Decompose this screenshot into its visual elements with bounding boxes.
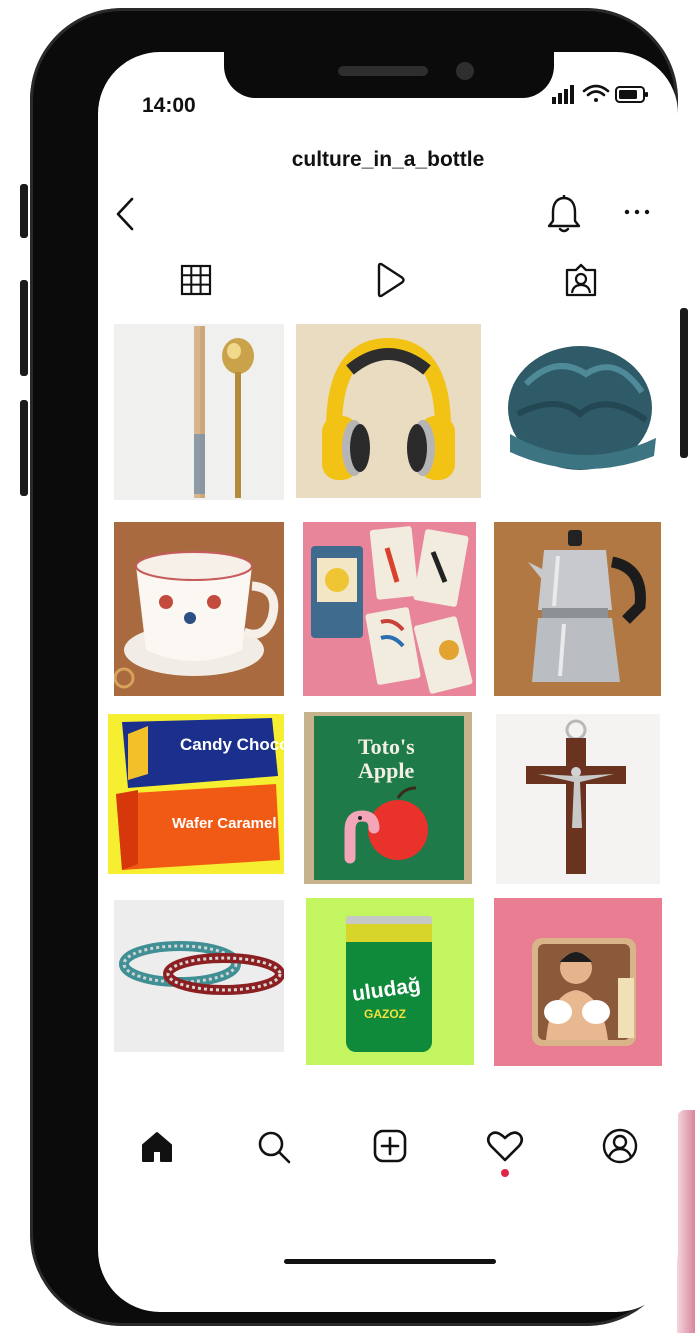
volume-up-button bbox=[20, 280, 28, 376]
candy-wrapper-text-top: Candy Choco bbox=[180, 735, 284, 754]
post-thumbnail-crucifix[interactable] bbox=[496, 714, 660, 884]
post-thumbnail-moka-pot[interactable] bbox=[494, 522, 661, 696]
book-title-line2: Apple bbox=[358, 758, 414, 783]
status-time: 14:00 bbox=[142, 94, 196, 117]
post-thumbnail-cards[interactable] bbox=[303, 522, 476, 696]
wifi-icon bbox=[582, 84, 610, 102]
post-thumbnail-soda-can[interactable]: uludağ GAZOZ bbox=[306, 898, 474, 1065]
post-thumbnail-teacup[interactable] bbox=[114, 522, 284, 696]
post-thumbnail-bonnet[interactable] bbox=[496, 334, 664, 494]
profile-username: culture_in_a_bottle bbox=[291, 148, 485, 171]
post-thumbnail-magnet[interactable] bbox=[494, 898, 662, 1066]
post-thumbnail-candy[interactable]: Candy Choco Wafer Caramel bbox=[108, 714, 284, 874]
profile-icon[interactable] bbox=[602, 1128, 638, 1164]
phone-frame: 14:00 culture_in_a_bottle Candy Choco Wa… bbox=[20, 8, 688, 1326]
add-post-icon[interactable] bbox=[372, 1128, 408, 1164]
speaker bbox=[338, 66, 428, 76]
book-title-line1: Toto's bbox=[358, 734, 415, 759]
reels-play-icon[interactable] bbox=[374, 262, 406, 298]
more-horizontal-icon[interactable] bbox=[622, 202, 652, 222]
phone-screen: 14:00 culture_in_a_bottle Candy Choco Wa… bbox=[98, 52, 678, 1312]
post-thumbnail-chopsticks[interactable] bbox=[114, 324, 284, 500]
back-icon[interactable] bbox=[110, 195, 140, 233]
tagged-person-icon[interactable] bbox=[564, 262, 598, 298]
heart-icon[interactable] bbox=[486, 1129, 524, 1163]
post-thumbnail-bracelets[interactable] bbox=[114, 900, 284, 1052]
post-thumbnail-headphones[interactable] bbox=[296, 324, 481, 498]
cellular-signal-icon bbox=[552, 85, 574, 104]
mute-switch bbox=[20, 184, 28, 238]
background-edge bbox=[677, 1110, 695, 1333]
candy-wrapper-text-bottom: Wafer Caramel bbox=[172, 815, 277, 832]
grid-icon[interactable] bbox=[180, 264, 212, 296]
search-icon[interactable] bbox=[256, 1129, 292, 1165]
status-icons bbox=[552, 84, 648, 104]
post-thumbnail-book[interactable]: Toto's Apple bbox=[304, 712, 472, 884]
battery-icon bbox=[615, 86, 648, 103]
home-indicator[interactable] bbox=[284, 1259, 496, 1264]
bell-icon[interactable] bbox=[546, 194, 582, 234]
volume-down-button bbox=[20, 400, 28, 496]
power-button bbox=[680, 308, 688, 458]
front-camera bbox=[456, 62, 474, 80]
home-icon[interactable] bbox=[140, 1130, 174, 1164]
notch bbox=[224, 52, 554, 98]
notification-dot bbox=[501, 1169, 509, 1177]
soda-sub-text: GAZOZ bbox=[364, 1007, 406, 1021]
